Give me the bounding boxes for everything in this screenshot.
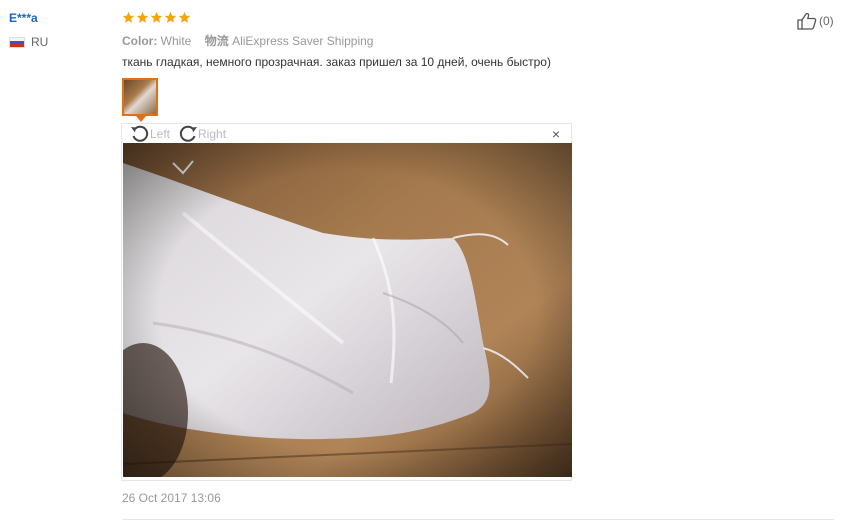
russia-flag-icon [9, 36, 25, 48]
star-icon [178, 11, 191, 23]
star-rating [122, 11, 191, 24]
star-icon [150, 11, 163, 23]
review-meta: Color: White 物流 AliExpress Saver Shippin… [122, 32, 373, 49]
review-photo-thumbnail[interactable] [122, 78, 158, 116]
photo-viewer: Left Right × [121, 123, 572, 481]
country-code: RU [31, 35, 49, 49]
review-date: 26 Oct 2017 13:06 [122, 491, 221, 505]
rotate-left-icon [131, 125, 149, 142]
close-viewer-button[interactable]: × [552, 127, 560, 141]
color-label: Color: [122, 34, 158, 48]
star-icon [122, 11, 135, 23]
helpful-count: (0) [819, 14, 834, 28]
review-photo [123, 143, 572, 477]
rotate-left-button[interactable]: Left [130, 124, 170, 144]
rotate-right-icon [179, 125, 198, 142]
color-value: White [160, 34, 192, 48]
rotate-right-button[interactable]: Right [178, 124, 226, 144]
star-icon [164, 11, 177, 23]
review-divider [122, 519, 834, 520]
reviewer-country: RU [9, 35, 48, 49]
shipping-value: AliExpress Saver Shipping [232, 34, 374, 48]
rotate-left-label: Left [150, 126, 171, 141]
helpful-button[interactable]: (0) [797, 12, 834, 30]
reviewer-name[interactable]: E***a [9, 11, 38, 25]
star-icon [136, 11, 149, 23]
rotate-right-label: Right [198, 126, 227, 141]
review-text: ткань гладкая, немного прозрачная. заказ… [122, 55, 551, 69]
shipping-label: 物流 [204, 34, 229, 48]
thumbs-up-icon [797, 12, 817, 30]
thumbnail-caret-icon [136, 116, 146, 122]
viewer-toolbar: Left Right [130, 124, 226, 143]
